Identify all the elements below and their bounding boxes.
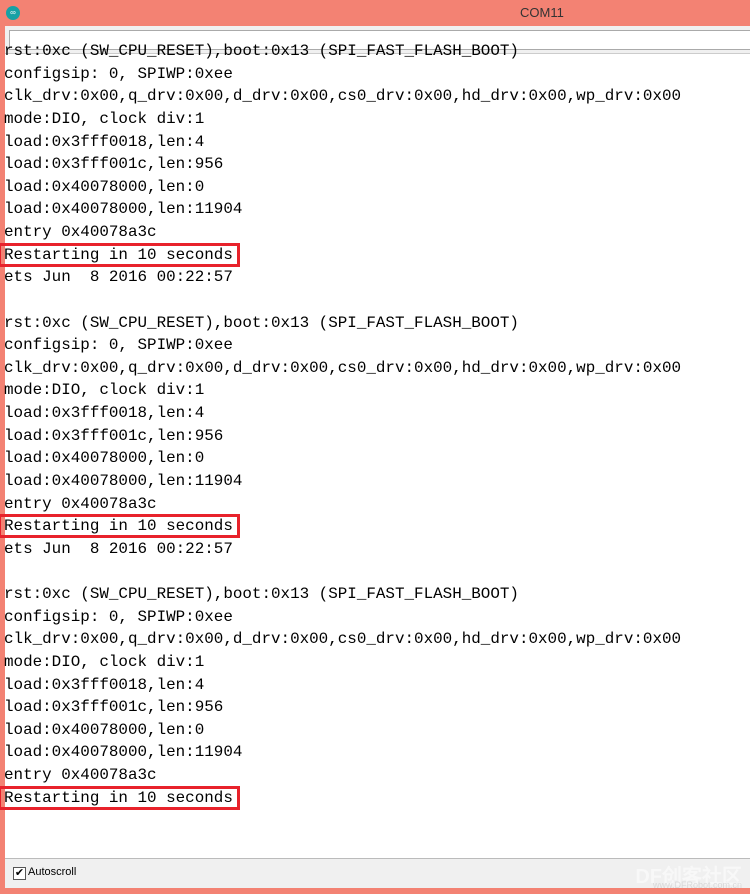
output-line-text: mode:DIO, clock div:1 [4, 652, 205, 671]
output-line: load:0x40078000,len:0 [4, 447, 681, 470]
output-line: ets Jun 8 2016 00:22:57 [4, 538, 681, 561]
output-line-text: clk_drv:0x00,q_drv:0x00,d_drv:0x00,cs0_d… [4, 358, 682, 377]
output-line-text: load:0x40078000,len:0 [4, 449, 205, 468]
output-line: rst:0xc (SW_CPU_RESET),boot:0x13 (SPI_FA… [4, 583, 681, 606]
output-line: load:0x3fff001c,len:956 [4, 425, 681, 448]
output-line-text: ets Jun 8 2016 00:22:57 [4, 539, 233, 558]
output-line-text: load:0x40078000,len:11904 [4, 743, 243, 762]
output-line: entry 0x40078a3c [4, 493, 681, 516]
output-line: load:0x3fff0018,len:4 [4, 131, 681, 154]
output-line-text: ets Jun 8 2016 00:22:57 [4, 268, 233, 287]
output-line-text: rst:0xc (SW_CPU_RESET),boot:0x13 (SPI_FA… [4, 585, 519, 603]
bottom-bar: ✔ Autoscroll DF创客社区 www.DFRobot.com.cn [5, 858, 750, 890]
output-line: configsip: 0, SPIWP:0xee [4, 334, 681, 357]
output-line: clk_drv:0x00,q_drv:0x00,d_drv:0x00,cs0_d… [4, 85, 681, 108]
output-line-text: load:0x40078000,len:0 [4, 177, 205, 196]
output-line-text: mode:DIO, clock div:1 [4, 381, 205, 400]
arduino-icon: ∞ [6, 6, 20, 20]
autoscroll-label: Autoscroll [28, 866, 77, 878]
output-line: clk_drv:0x00,q_drv:0x00,d_drv:0x00,cs0_d… [4, 357, 681, 380]
output-line: ets Jun 8 2016 00:22:57 [4, 266, 681, 289]
output-line: load:0x40078000,len:11904 [4, 741, 681, 764]
output-line: load:0x40078000,len:0 [4, 176, 681, 199]
output-line: entry 0x40078a3c [4, 764, 681, 787]
output-line-text: configsip: 0, SPIWP:0xee [4, 64, 233, 83]
output-line: rst:0xc (SW_CPU_RESET),boot:0x13 (SPI_FA… [4, 40, 681, 63]
output-line: configsip: 0, SPIWP:0xee [4, 63, 681, 86]
output-line-text: clk_drv:0x00,q_drv:0x00,d_drv:0x00,cs0_d… [4, 630, 682, 649]
output-line-text: rst:0xc (SW_CPU_RESET),boot:0x13 (SPI_FA… [4, 313, 519, 332]
output-line: mode:DIO, clock div:1 [4, 108, 681, 131]
output-line-text: configsip: 0, SPIWP:0xee [4, 607, 233, 626]
output-line: load:0x40078000,len:0 [4, 719, 681, 742]
output-line-text: load:0x40078000,len:11904 [4, 471, 243, 490]
output-line-text: load:0x3fff0018,len:4 [4, 132, 205, 151]
output-line: Restarting in 10 seconds [0, 242, 681, 267]
output-line-text: load:0x3fff001c,len:956 [4, 698, 224, 717]
output-line: load:0x40078000,len:11904 [4, 198, 681, 221]
output-line-text: entry 0x40078a3c [4, 494, 157, 513]
output-line: load:0x3fff001c,len:956 [4, 153, 681, 176]
highlighted-restart-message: Restarting in 10 seconds [0, 785, 240, 810]
output-line: configsip: 0, SPIWP:0xee [4, 606, 681, 629]
output-line: load:0x3fff0018,len:4 [4, 674, 681, 697]
output-line: rst:0xc (SW_CPU_RESET),boot:0x13 (SPI_FA… [4, 312, 681, 335]
output-line-text: clk_drv:0x00,q_drv:0x00,d_drv:0x00,cs0_d… [4, 87, 682, 106]
output-line-text: load:0x3fff0018,len:4 [4, 404, 205, 422]
output-line: load:0x3fff0018,len:4 [4, 402, 681, 425]
watermark-url: www.DFRobot.com.cn [652, 880, 742, 890]
output-line: entry 0x40078a3c [4, 221, 681, 244]
output-line-text: load:0x40078000,len:0 [4, 720, 205, 739]
output-line: clk_drv:0x00,q_drv:0x00,d_drv:0x00,cs0_d… [4, 628, 681, 651]
window-title: COM11 [520, 5, 564, 20]
output-line: mode:DIO, clock div:1 [4, 379, 681, 402]
output-line-text: mode:DIO, clock div:1 [4, 109, 205, 128]
output-line: mode:DIO, clock div:1 [4, 651, 681, 674]
output-line-text: load:0x3fff001c,len:956 [4, 426, 224, 445]
output-line-text: entry 0x40078a3c [4, 223, 157, 241]
highlighted-restart-message: Restarting in 10 seconds [0, 242, 240, 267]
output-line-text: load:0x3fff0018,len:4 [4, 675, 205, 694]
output-lines: rst:0xc (SW_CPU_RESET),boot:0x13 (SPI_FA… [0, 40, 681, 810]
highlighted-restart-message: Restarting in 10 seconds [0, 514, 240, 539]
autoscroll-checkbox[interactable]: ✔ [13, 867, 26, 880]
output-line-text: rst:0xc (SW_CPU_RESET),boot:0x13 (SPI_FA… [4, 42, 519, 60]
output-line: load:0x40078000,len:11904 [4, 470, 681, 493]
output-line-text: load:0x40078000,len:11904 [4, 200, 243, 219]
output-line: Restarting in 10 seconds [0, 785, 681, 810]
title-bar: ∞ COM11 [0, 0, 750, 28]
output-line-text: entry 0x40078a3c [4, 766, 157, 784]
output-line-text: configsip: 0, SPIWP:0xee [4, 336, 233, 355]
output-line-text: load:0x3fff001c,len:956 [4, 155, 224, 174]
output-line: Restarting in 10 seconds [0, 514, 681, 539]
output-line: load:0x3fff001c,len:956 [4, 696, 681, 719]
